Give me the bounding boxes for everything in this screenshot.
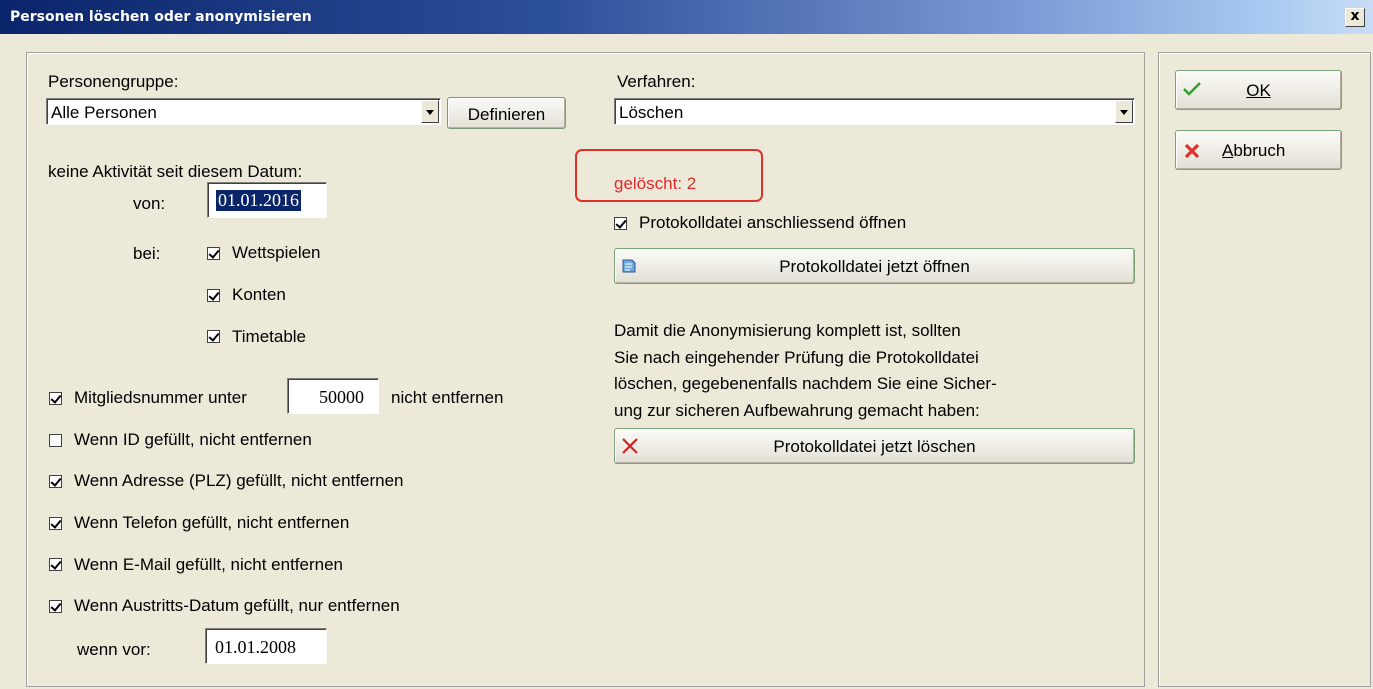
email-filled-checkbox[interactable] [49,558,62,571]
address-filled-checkbox[interactable] [49,475,62,488]
note-line: Damit die Anonymisierung komplett ist, s… [614,321,961,340]
from-label: von: [133,194,166,213]
method-select[interactable]: Löschen [614,98,1135,125]
member-number-value: 50000 [319,387,364,407]
id-filled-checkbox[interactable] [49,434,62,447]
ok-button[interactable]: OK [1175,70,1342,110]
chevron-down-icon[interactable] [1115,100,1133,123]
cancel-mnemonic: A [1222,141,1234,160]
wettspielen-checkbox[interactable] [207,247,220,260]
member-number-checkbox[interactable] [49,392,62,405]
window-title: Personen löschen oder anonymisieren [10,9,312,25]
cancel-label-rest: bbruch [1233,141,1286,160]
note-line: Sie nach eingehender Prüfung die Protoko… [614,347,979,367]
phone-filled-label: Wenn Telefon gefüllt, nicht entfernen [74,513,350,532]
from-date-value: 01.01.2016 [216,190,301,211]
deleted-count: gelöscht: 2 [614,174,697,193]
close-button[interactable]: x [1345,8,1365,27]
open-after-checkbox[interactable] [614,217,627,230]
member-number-prefix: Mitgliedsnummer unter [74,388,247,407]
method-select-value: Löschen [619,103,684,122]
from-date-input[interactable]: 01.01.2016 [207,182,327,218]
timetable-checkbox[interactable] [207,330,220,343]
address-filled-label: Wenn Adresse (PLZ) gefüllt, nicht entfer… [74,471,404,490]
phone-filled-checkbox[interactable] [49,517,62,530]
group-select-value: Alle Personen [51,103,157,122]
cancel-button[interactable]: Abbruch [1175,130,1342,170]
id-filled-label: Wenn ID gefüllt, nicht entfernen [74,430,312,449]
inactivity-heading: keine Aktivität seit diesem Datum: [48,162,303,181]
title-bar: Personen löschen oder anonymisieren x [0,0,1373,34]
konten-checkbox[interactable] [207,289,220,302]
chevron-down-icon[interactable] [421,100,439,123]
exit-date-checkbox[interactable] [49,600,62,613]
cancel-label: Abbruch [1222,141,1285,161]
group-select[interactable]: Alle Personen [46,98,441,125]
open-protocol-button[interactable]: Protokolldatei jetzt öffnen [614,248,1135,284]
exit-date-condition-label: Wenn Austritts-Datum gefüllt, nur entfer… [74,596,400,615]
at-label: bei: [133,244,161,263]
cross-icon [1184,143,1200,164]
note-line: löschen, gegebenenfalls nachdem Sie eine… [614,374,997,393]
open-after-label: Protokolldatei anschliessend öffnen [639,213,907,232]
email-filled-label: Wenn E-Mail gefüllt, nicht entfernen [74,555,343,574]
note-line: ung zur sicheren Aufbewahrung gemacht ha… [614,400,980,420]
define-button[interactable]: Definieren [447,97,566,129]
method-label: Verfahren: [617,72,696,91]
exit-date-label: wenn vor: [77,640,151,659]
konten-label: Konten [232,285,286,304]
member-number-input[interactable]: 50000 [287,378,379,414]
ok-label: OK [1246,81,1271,100]
member-number-suffix: nicht entfernen [391,388,504,407]
group-label: Personengruppe: [48,72,179,91]
timetable-label: Timetable [232,327,307,346]
delete-protocol-button[interactable]: Protokolldatei jetzt löschen [614,428,1135,464]
open-protocol-label: Protokolldatei jetzt öffnen [779,257,970,276]
exit-date-input[interactable]: 01.01.2008 [205,628,327,664]
wettspielen-label: Wettspielen [232,243,321,262]
exit-date-value: 01.01.2008 [215,637,296,657]
delete-protocol-label: Protokolldatei jetzt löschen [773,437,976,456]
anonymization-note: Damit die Anonymisierung komplett ist, s… [614,318,997,424]
